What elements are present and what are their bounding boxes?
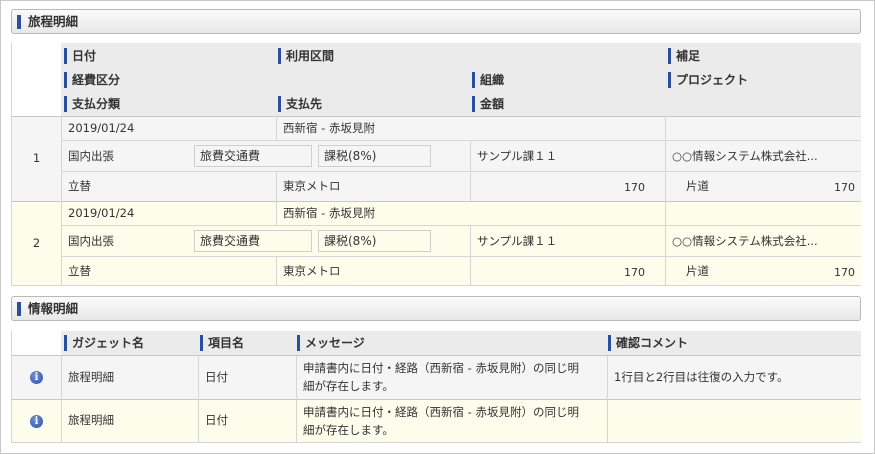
travel-section-header: 旅程明細 [11, 9, 861, 34]
header-message: メッセージ [297, 332, 608, 354]
row-number: 2 [32, 236, 41, 250]
info-comment: 1行目と2行目は往復の入力です。 [614, 370, 789, 384]
header-payee: 支払先 [278, 93, 472, 115]
info-message-line2: 細が存在します。 [303, 379, 394, 393]
row-category: 国内出張 [68, 234, 114, 248]
header-comment: 確認コメント [608, 332, 860, 354]
row-trip-amount: 170 [834, 181, 855, 194]
header-project: プロジェクト [668, 69, 860, 91]
header-organization: 組織 [472, 69, 668, 91]
row-payee: 東京メトロ [283, 264, 341, 278]
row-subcategory: 旅費交通費 [194, 230, 312, 252]
info-icon: i [30, 371, 43, 384]
header-gadget: ガジェット名 [64, 332, 200, 354]
info-item: 日付 [205, 370, 228, 384]
row-category: 国内出張 [68, 149, 114, 163]
row-organization: サンプル課１１ [477, 149, 558, 163]
row-tax: 課税(8%) [318, 145, 431, 167]
header-amount: 金額 [472, 93, 860, 115]
info-message-line2: 細が存在します。 [303, 423, 394, 437]
header-item: 項目名 [200, 332, 297, 354]
header-route: 利用区間 [278, 45, 668, 67]
info-gadget: 旅程明細 [68, 370, 114, 384]
info-message-line1: 申請書内に日付・経路（西新宿 - 赤坂見附）の同じ明 [303, 405, 579, 419]
row-trip: 片道 [686, 179, 709, 193]
row-date: 2019/01/24 [68, 206, 135, 220]
info-icon: i [30, 415, 43, 428]
info-gadget: 旅程明細 [68, 413, 114, 427]
row-route: 西新宿 - 赤坂見附 [283, 121, 375, 135]
row-trip: 片道 [686, 264, 709, 278]
row-payment: 立替 [68, 264, 91, 278]
row-trip-amount: 170 [834, 266, 855, 279]
header-date: 日付 [64, 45, 278, 67]
row-route: 西新宿 - 赤坂見附 [283, 206, 375, 220]
row-tax: 課税(8%) [318, 230, 431, 252]
info-table: ガジェット名 項目名 メッセージ 確認コメント i 旅程明細 日付 申請書内に日… [11, 331, 861, 443]
row-payee: 東京メトロ [283, 179, 341, 193]
travel-table: 日付 利用区間 補足 経費区分 組織 プロジェクト 支払分類 支払先 金額 1 … [11, 43, 861, 286]
info-section-header: 情報明細 [11, 296, 861, 321]
info-item: 日付 [205, 413, 228, 427]
row-project: ○○情報システム株式会社... [672, 149, 818, 163]
row-organization: サンプル課１１ [477, 234, 558, 248]
row-payment: 立替 [68, 179, 91, 193]
row-number: 1 [32, 151, 41, 165]
row-date: 2019/01/24 [68, 121, 135, 135]
row-amount: 170 [624, 181, 645, 194]
row-project: ○○情報システム株式会社... [672, 234, 818, 248]
info-comment [608, 399, 860, 442]
travel-section-title: 旅程明細 [28, 14, 79, 29]
info-message-line1: 申請書内に日付・経路（西新宿 - 赤坂見附）の同じ明 [303, 361, 579, 375]
header-note: 補足 [668, 45, 860, 67]
row-amount: 170 [624, 266, 645, 279]
header-payment-type: 支払分類 [64, 93, 278, 115]
info-section-title: 情報明細 [28, 301, 79, 316]
row-subcategory: 旅費交通費 [194, 145, 312, 167]
header-expense-category: 経費区分 [64, 69, 472, 91]
